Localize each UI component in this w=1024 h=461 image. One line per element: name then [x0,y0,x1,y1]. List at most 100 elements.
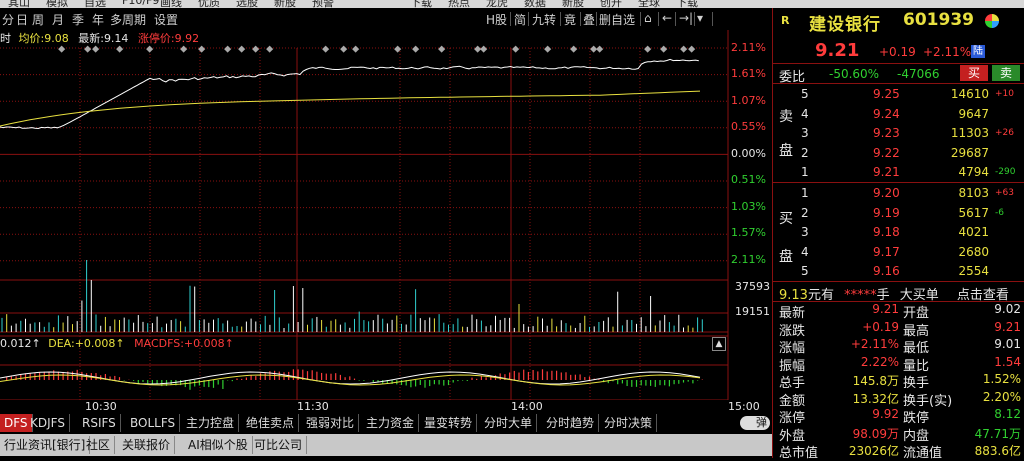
pct-label-up: 2.11% [731,41,766,54]
indicator-tab[interactable]: 分时大单 [480,414,538,432]
pct-label-down: 1.03% [731,200,766,213]
top-menu-item[interactable]: 选股 [236,0,258,8]
indicator-tab[interactable]: 强弱对比 [302,414,360,432]
limit-up-value: 9.92 [174,32,200,45]
toolbar-tool[interactable]: ▾ [697,11,703,25]
period-tab[interactable]: 日 [16,11,28,28]
level-volume: 11303 [950,126,989,140]
top-menu-item[interactable]: 其山 [8,0,30,8]
top-menu-item[interactable]: 下载 [410,0,432,8]
level-price: 9.19 [873,205,900,220]
level-change: +26 [995,128,1014,138]
time-axis-label: 11:30 [297,400,329,413]
indicator-tab[interactable]: 主力资金 [362,414,420,432]
top-menu-item[interactable]: 自选 [84,0,106,8]
indicator-tab[interactable]: 分时决策 [600,414,658,432]
stat-value: +0.19 [862,319,899,334]
period-tab[interactable]: 设置 [154,11,178,28]
level-index: 1 [801,186,809,200]
top-menu-item[interactable]: 龙虎 [486,0,508,8]
indicator-tab[interactable]: 量变转势 [420,414,478,432]
buy-button[interactable]: 买 [960,65,988,81]
stat-label: 最高 [903,323,930,339]
toolbar-tool[interactable]: H股 [486,11,507,28]
stat-value: 98.09万 [852,426,899,441]
toolbar-tool[interactable]: ← [662,11,672,25]
price-info-line: 时 均价:9.08 最新:9.14 涨停价:9.92 [0,30,199,46]
period-tab[interactable]: 月 [52,11,64,28]
stat-row: 总手 145.8万 换手 1.52% [773,372,1024,391]
top-menu-item[interactable]: 画线 [160,0,182,8]
toolbar-tool[interactable]: 叠 [583,11,595,28]
level-index: 1 [801,165,809,179]
popup-toggle[interactable]: 弹 [740,416,770,430]
stat-label: 涨幅 [779,341,806,356]
level-volume: 9647 [958,106,989,121]
order-level-row: 4 9.17 2680 [773,243,1024,262]
indicator-tab[interactable]: 分时趋势 [542,414,600,432]
color-wheel-icon[interactable] [985,14,999,28]
level-price: 9.17 [873,244,900,259]
collapse-button[interactable]: ▲ [712,337,726,351]
time-axis-label: 15:00 [728,400,760,413]
indicator-tab[interactable]: 绝佳卖点 [242,414,300,432]
level-index: 2 [801,205,809,220]
volume-label-max: 37593 [735,280,770,293]
toolbar-tool[interactable]: →| [679,11,693,25]
pct-label-up: 0.55% [731,120,766,133]
level-index: 4 [801,244,809,259]
info-tab[interactable]: 社区 [82,436,116,454]
level-price: 9.21 [873,165,900,179]
stat-value: 8.12 [994,407,1021,421]
pct-label-down: 0.51% [731,173,766,186]
top-menu-item[interactable]: 下载 [676,0,698,8]
level-price: 9.18 [873,225,900,239]
top-menu-item[interactable]: 模拟 [46,0,68,8]
indicator-tab[interactable]: BOLLFS [126,414,181,432]
stat-label: 换手 [903,376,930,391]
period-tab[interactable]: 季 [72,11,84,28]
stat-value: 883.6亿 [974,444,1021,458]
info-tab[interactable]: 可比公司 [250,436,308,454]
top-menu-item[interactable]: 新股 [562,0,584,8]
order-level-row: 2 9.22 29687 [773,144,1024,163]
toolbar-separator [596,12,597,26]
indicator-tab[interactable]: 主力控盘 [182,414,240,432]
top-menu-item[interactable]: 优质 [198,0,220,8]
stat-value: 23026亿 [848,444,899,458]
period-tab[interactable]: 多周期 [110,11,146,28]
indicator-tab[interactable]: KDJFS [26,414,70,432]
info-tab[interactable]: AI相似个股 [184,436,253,454]
top-menu-item[interactable]: F10/F9 [122,0,159,7]
toolbar-tool[interactable]: 竟 [564,11,576,28]
level-change: +63 [995,188,1014,198]
last-price-value: 9.14 [103,32,129,45]
indicator-tab[interactable]: RSIFS [78,414,121,432]
top-menu-item[interactable]: 创开 [600,0,622,8]
info-tab[interactable]: 关联报价 [118,436,176,454]
toolbar-tool[interactable]: ⌂ [644,11,652,25]
stat-value: 9.92 [872,407,899,421]
stat-value: 47.71万 [974,426,1021,441]
top-menu-item[interactable]: 数据 [524,0,546,8]
toolbar-tool[interactable]: 九转 [532,11,556,28]
top-menu-item[interactable]: 新股 [274,0,296,8]
stat-value: 145.8万 [852,374,899,388]
stat-value: 1.54 [994,354,1021,369]
toolbar-tool[interactable]: 简 [514,11,526,28]
stat-value: 9.21 [872,302,899,316]
period-tab[interactable]: 年 [92,11,104,28]
period-tab[interactable]: 周 [32,11,44,28]
top-menu-item[interactable]: 预警 [312,0,334,8]
period-tab[interactable]: 分 [2,11,14,28]
order-level-row: 1 9.21 4794 -290 [773,163,1024,182]
toolbar-separator [528,12,529,26]
quote-panel: R 建设银行 601939 9.21 +0.19 +2.11% 陆 委比 -50… [772,8,1024,461]
sell-button[interactable]: 卖 [992,65,1020,81]
order-level-row: 3 9.23 11303 +26 [773,124,1024,143]
stat-label: 量比 [903,358,930,374]
top-menu-item[interactable]: 热点 [448,0,470,8]
toolbar-tool[interactable]: 删自选 [599,11,635,28]
top-menu-item[interactable]: 全球 [638,0,660,8]
info-tab[interactable]: 行业资讯[银行] [0,436,91,454]
